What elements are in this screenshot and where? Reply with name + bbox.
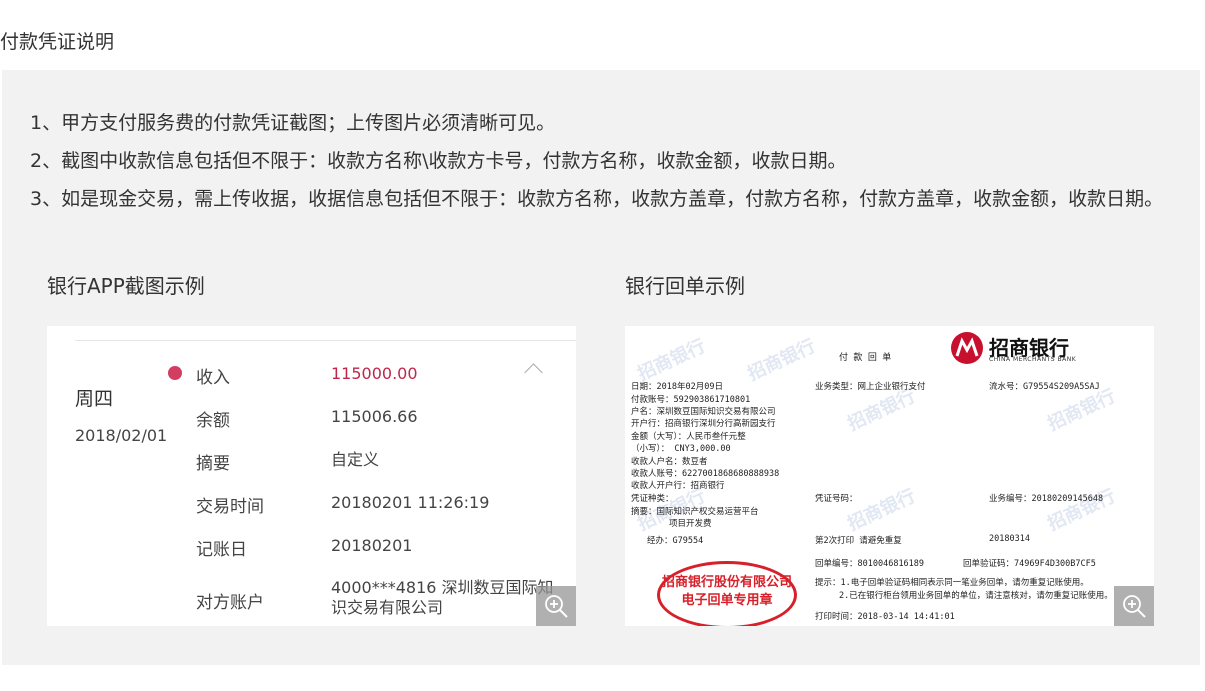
rule-item: 3、如是现金交易，需上传收据，收据信息包括但不限于：收款方名称，收款方盖章，付款… [30, 188, 1164, 210]
receipt-voucher-type: 凭证种类： [631, 494, 674, 504]
income-dot-icon [168, 366, 182, 380]
zoom-in-icon [545, 595, 568, 618]
receipt-heading: 付 款 回 单 [839, 353, 892, 363]
row-label-balance: 余额 [196, 411, 230, 431]
stamp-line-2: 电子回单专用章 [681, 593, 773, 608]
divider [75, 340, 576, 341]
bank-logo-icon [951, 332, 983, 364]
row-label-counterparty: 对方账户 [196, 593, 264, 613]
receipt-payer-bank: 开户行：招商银行深圳分行高新园支行 [631, 419, 776, 429]
bank-receipt-example[interactable]: 招商银行 招商银行 招商银行 招商银行 招商银行 招商银行 招商银行 招商银行 … [625, 326, 1154, 626]
watermark: 招商银行 [634, 335, 709, 386]
rule-item: 2、截图中收款信息包括但不限于：收款方名称\收款方卡号，付款方名称，收款金额，收… [30, 150, 847, 172]
receipt-payee-acct: 收款人账号：6227001868680888938 [631, 469, 780, 479]
transaction-day: 周四 [75, 388, 114, 410]
row-label-booking-date: 记账日 [196, 540, 247, 560]
zoom-in-icon [1123, 595, 1146, 618]
receipt-no: 回单编号：8010046816189 [815, 559, 925, 569]
zoom-button[interactable] [536, 586, 576, 626]
receipt-summary: 摘要：国际知识产权交易运营平台 [631, 507, 759, 517]
row-value-time: 20180201 11:26:19 [331, 493, 490, 512]
row-label-income: 收入 [196, 368, 230, 388]
receipt-operator: 经办：G79554 [647, 536, 704, 546]
receipt-serial: 流水号：G79554S209A5SAJ [989, 382, 1100, 392]
stamp-line-1: 招商银行股份有限公司 [661, 575, 792, 590]
rule-item: 1、甲方支付服务费的付款凭证截图；上传图片必须清晰可见。 [30, 112, 556, 134]
row-value-summary: 自定义 [331, 450, 380, 469]
app-example-label: 银行APP截图示例 [47, 274, 205, 298]
transaction-date: 2018/02/01 [75, 426, 168, 445]
receipt-date: 日期：2018年02月09日 [631, 382, 723, 392]
receipt-payer-acct: 付款账号：592903861710801 [631, 395, 751, 405]
receipt-biz-type: 业务类型：网上企业银行支付 [815, 382, 926, 392]
row-value-income: 115000.00 [331, 364, 418, 383]
bank-name-en: CHINA MERCHANTS BANK [989, 356, 1077, 363]
receipt-verify-code: 回单验证码：74969F4D300B7CF5 [963, 559, 1096, 569]
receipt-tip-2: 2.已在银行柜台领用业务回单的单位，请注意核对，请勿重复记账使用。 [839, 591, 1113, 601]
row-value-booking-date: 20180201 [331, 536, 413, 555]
page-title: 付款凭证说明 [0, 31, 115, 53]
watermark: 招商银行 [744, 335, 819, 386]
receipt-print-count: 第2次打印 请避免重复 [815, 536, 902, 546]
receipt-voucher-no: 凭证号码： [815, 494, 858, 504]
receipt-tip-1: 提示：1.电子回单验证码相同表示同一笔业务回单，请勿重复记账使用。 [815, 578, 1089, 588]
zoom-button[interactable] [1114, 586, 1154, 626]
official-stamp: 招商银行股份有限公司 电子回单专用章 [657, 561, 797, 626]
app-screenshot-example[interactable]: 周四 2018/02/01 收入 115000.00 余额 115006.66 … [47, 326, 576, 626]
receipt-print-date: 20180314 [989, 534, 1030, 544]
receipt-payee-bank: 收款人开户行：招商银行 [631, 481, 725, 491]
receipt-print-time: 打印时间：2018-03-14 14:41:01 [815, 612, 955, 622]
receipt-summary-2: 项目开发费 [669, 519, 712, 529]
receipt-payer-name: 户名：深圳数豆国际知识交易有限公司 [631, 407, 776, 417]
row-value-balance: 115006.66 [331, 407, 418, 426]
row-value-counterparty: 4000***4816 深圳数豆国际知识交易有限公司 [331, 578, 554, 617]
receipt-amount-upper: 金额（大写）：人民币叁仟元整 [631, 432, 746, 442]
receipt-example-label: 银行回单示例 [625, 274, 745, 298]
receipt-amount-lower: （小写）： CNY3,000.00 [631, 444, 731, 454]
row-label-summary: 摘要 [196, 454, 230, 474]
receipt-payee-name: 收款人户名：数豆者 [631, 457, 708, 467]
voucher-instructions-panel: 1、甲方支付服务费的付款凭证截图；上传图片必须清晰可见。 2、截图中收款信息包括… [2, 70, 1200, 665]
rules-list: 1、甲方支付服务费的付款凭证截图；上传图片必须清晰可见。 2、截图中收款信息包括… [30, 104, 1170, 218]
receipt-biz-no: 业务编号：20180209145648 [989, 494, 1104, 504]
row-label-time: 交易时间 [196, 497, 264, 517]
watermark: 招商银行 [1044, 485, 1119, 536]
watermark: 招商银行 [844, 485, 919, 536]
